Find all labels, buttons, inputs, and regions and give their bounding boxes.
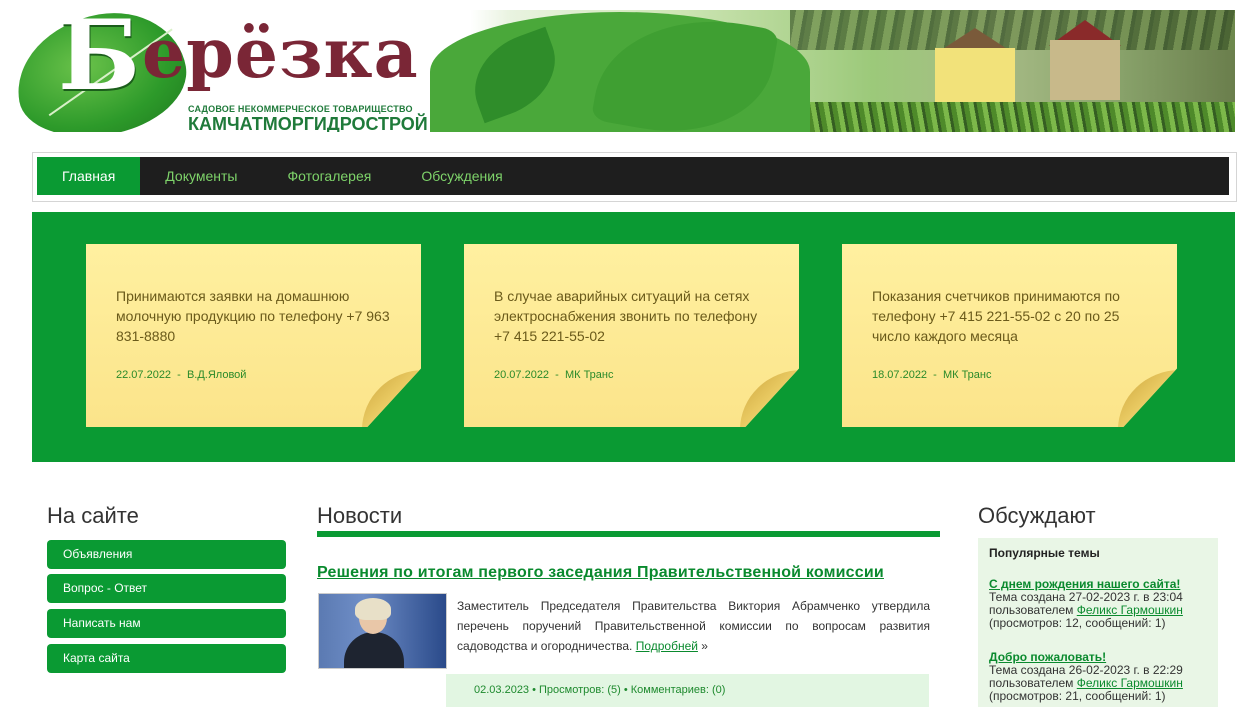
announcements-band: Принимаются заявки на домашнюю молочную … — [32, 212, 1235, 462]
news-title-underline — [317, 531, 940, 537]
sidebar-item-faq[interactable]: Вопрос - Ответ — [47, 574, 286, 603]
logo-title: ерёзка — [142, 14, 419, 94]
topic-item: Добро пожаловать! Тема создана 26-02-202… — [989, 650, 1183, 703]
topic-user-link[interactable]: Феликс Гармошкин — [1077, 676, 1183, 690]
nav-item-home[interactable]: Главная — [37, 157, 141, 195]
logo-subtitle-line2: КАМЧАТМОРГИДРОСТРОЙ — [188, 114, 428, 132]
sidebar-title: На сайте — [47, 503, 139, 528]
nav-item-discussions[interactable]: Обсуждения — [396, 157, 527, 195]
news-article-meta: 02.03.2023 • Просмотров: (5) • Комментар… — [446, 674, 929, 707]
announcement-text: Принимаются заявки на домашнюю молочную … — [116, 288, 390, 344]
site-header: Б ерёзка САДОВОЕ НЕКОММЕРЧЕСКОЕ ТОВАРИЩЕ… — [10, 10, 1235, 132]
announcement-meta: 18.07.2022 - МК Транс — [872, 369, 992, 381]
discussions-title: Обсуждают — [978, 503, 1096, 528]
sidebar-item-sitemap[interactable]: Карта сайта — [47, 644, 286, 673]
news-article-text: Заместитель Председателя Правительства В… — [457, 599, 930, 653]
announcement-note: В случае аварийных ситуаций на сетях эле… — [464, 244, 799, 427]
main-nav: Главная Документы Фотогалерея Обсуждения — [37, 157, 1229, 195]
announcement-meta: 22.07.2022 - В.Д.Яловой — [116, 369, 247, 381]
nav-item-documents[interactable]: Документы — [140, 157, 262, 195]
news-section-title: Новости — [317, 503, 403, 528]
read-more-link[interactable]: Подробней — [636, 639, 698, 653]
logo-first-letter: Б — [58, 10, 141, 112]
topic-title-link[interactable]: С днем рождения нашего сайта! — [989, 577, 1180, 591]
topic-item: С днем рождения нашего сайта! Тема созда… — [989, 577, 1183, 630]
nav-item-gallery[interactable]: Фотогалерея — [262, 157, 396, 195]
announcement-note: Принимаются заявки на домашнюю молочную … — [86, 244, 421, 427]
announcement-meta: 20.07.2022 - МК Транс — [494, 369, 614, 381]
announcement-text: Показания счетчиков принимаются по телеф… — [872, 288, 1120, 344]
logo-subtitle-line1: САДОВОЕ НЕКОММЕРЧЕСКОЕ ТОВАРИЩЕСТВО — [188, 104, 413, 114]
announcement-text: В случае аварийных ситуаций на сетях эле… — [494, 288, 758, 344]
sidebar-item-contact[interactable]: Написать нам — [47, 609, 286, 638]
news-article-title-link[interactable]: Решения по итогам первого заседания Прав… — [317, 564, 884, 582]
sidebar-item-ads[interactable]: Объявления — [47, 540, 286, 569]
news-article-image[interactable] — [318, 593, 447, 669]
header-banner-image — [430, 10, 1235, 132]
page-curl-icon — [740, 370, 799, 427]
popular-topics-heading: Популярные темы — [989, 546, 1100, 560]
topic-title-link[interactable]: Добро пожаловать! — [989, 650, 1106, 664]
page-curl-icon — [1118, 370, 1177, 427]
announcement-note: Показания счетчиков принимаются по телеф… — [842, 244, 1177, 427]
page-curl-icon — [362, 370, 421, 427]
topic-user-link[interactable]: Феликс Гармошкин — [1077, 603, 1183, 617]
